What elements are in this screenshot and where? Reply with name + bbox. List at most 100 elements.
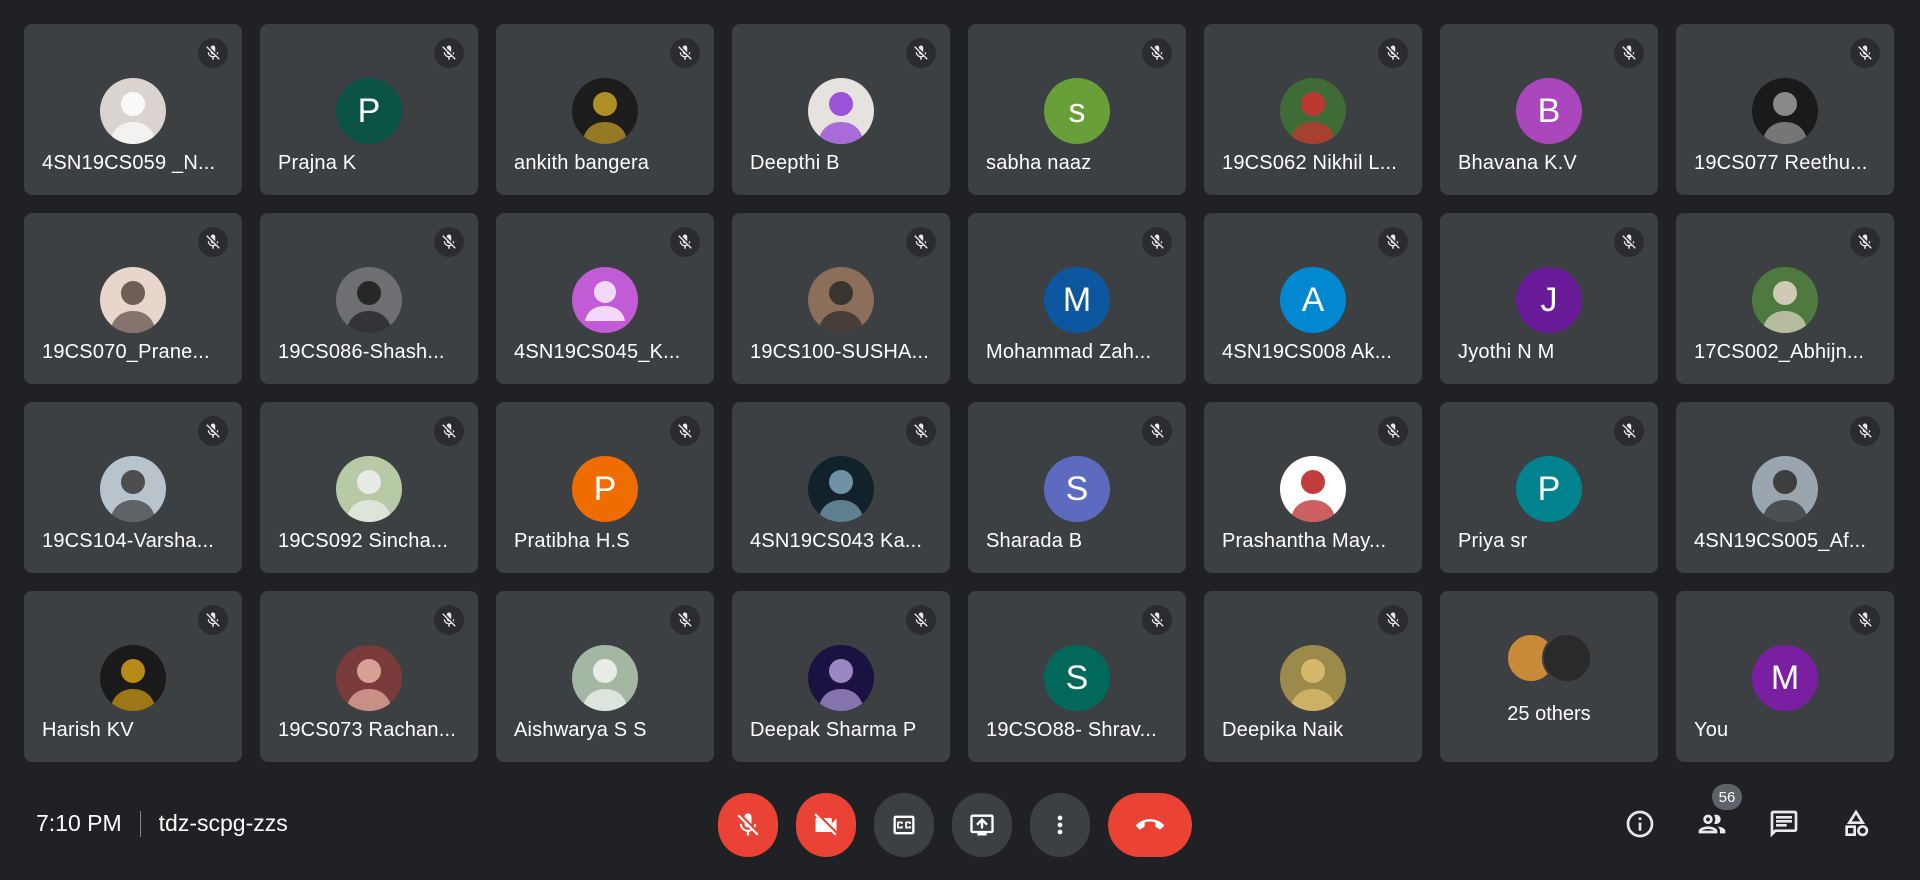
participant-tile[interactable]: Harish KV xyxy=(24,591,242,762)
camera-toggle-button[interactable] xyxy=(796,793,856,857)
camera-off-icon xyxy=(814,813,837,836)
participant-name: Aishwarya S S xyxy=(514,719,647,741)
participant-tile[interactable]: Deepika Naik xyxy=(1204,591,1422,762)
present-screen-icon xyxy=(970,814,994,836)
participant-tile[interactable]: B Bhavana K.V xyxy=(1440,24,1658,195)
participant-tile[interactable]: Prashantha May... xyxy=(1204,402,1422,573)
mic-off-icon xyxy=(906,605,936,635)
activities-shapes-icon xyxy=(1845,809,1869,837)
mic-off-icon xyxy=(1850,227,1880,257)
mic-off-icon xyxy=(434,416,464,446)
mic-off-icon xyxy=(1378,605,1408,635)
mic-off-icon xyxy=(198,605,228,635)
participant-name: Prajna K xyxy=(278,152,357,174)
profile-photo-avatar xyxy=(1280,456,1346,522)
more-vert-icon xyxy=(1057,815,1063,835)
participant-tile[interactable]: ankith bangera xyxy=(496,24,714,195)
participant-grid: 4SN19CS059 _N... P Prajna K ankith bange… xyxy=(24,24,1896,762)
profile-photo-avatar xyxy=(100,267,166,333)
participant-tile[interactable]: P Priya sr xyxy=(1440,402,1658,573)
participant-name: Deepika Naik xyxy=(1222,719,1344,741)
leave-call-button[interactable] xyxy=(1108,793,1192,857)
mic-off-icon xyxy=(1142,605,1172,635)
participant-tile[interactable]: Aishwarya S S xyxy=(496,591,714,762)
participant-tile[interactable]: 19CS070_Prane... xyxy=(24,213,242,384)
mic-off-icon xyxy=(1850,605,1880,635)
captions-button[interactable] xyxy=(874,793,934,857)
mic-off-icon xyxy=(434,38,464,68)
participant-name: 19CS073 Rachan... xyxy=(278,719,456,741)
mic-off-icon xyxy=(1142,38,1172,68)
mic-off-icon xyxy=(434,605,464,635)
participant-name: 17CS002_Abhijn... xyxy=(1694,341,1865,363)
profile-photo-avatar xyxy=(808,78,874,144)
meeting-details-button[interactable] xyxy=(1616,800,1664,848)
participant-name: Sharada B xyxy=(986,530,1083,552)
others-avatar xyxy=(1542,633,1592,683)
profile-photo-avatar xyxy=(1752,78,1818,144)
chat-button[interactable] xyxy=(1760,800,1808,848)
participant-tile[interactable]: A 4SN19CS008 Ak... xyxy=(1204,213,1422,384)
participant-name: 19CS062 Nikhil L... xyxy=(1222,152,1398,174)
participant-tile[interactable]: 4SN19CS045_K... xyxy=(496,213,714,384)
participant-name: Prashantha May... xyxy=(1222,530,1387,552)
mic-off-icon xyxy=(1850,416,1880,446)
participant-tile[interactable]: 19CS100-SUSHA... xyxy=(732,213,950,384)
self-tile[interactable]: M You xyxy=(1676,591,1894,762)
participant-tile[interactable]: 19CS062 Nikhil L... xyxy=(1204,24,1422,195)
participant-tile[interactable]: 4SN19CS005_Af... xyxy=(1676,402,1894,573)
participant-name: sabha naaz xyxy=(986,152,1092,174)
meeting-code[interactable]: tdz-scpg-zzs xyxy=(159,810,288,837)
participant-tile[interactable]: S Sharada B xyxy=(968,402,1186,573)
mic-off-icon xyxy=(198,416,228,446)
participant-tile[interactable]: 4SN19CS059 _N... xyxy=(24,24,242,195)
participant-tile[interactable]: P Prajna K xyxy=(260,24,478,195)
participant-name: 19CS077 Reethu... xyxy=(1694,152,1868,174)
others-avatar-stack xyxy=(1506,633,1592,683)
mic-off-icon xyxy=(737,813,759,836)
participant-tile[interactable]: Deepak Sharma P xyxy=(732,591,950,762)
profile-photo-avatar xyxy=(808,267,874,333)
participant-name: Harish KV xyxy=(42,719,134,741)
call-end-icon xyxy=(1136,819,1164,830)
participant-tile[interactable]: 4SN19CS043 Ka... xyxy=(732,402,950,573)
profile-photo-avatar xyxy=(572,645,638,711)
mic-off-icon xyxy=(1614,38,1644,68)
participant-avatar: P xyxy=(336,78,402,144)
participant-name: 4SN19CS043 Ka... xyxy=(750,530,923,552)
participant-tile[interactable]: 19CS073 Rachan... xyxy=(260,591,478,762)
participant-name: Pratibha H.S xyxy=(514,530,630,552)
participant-tile[interactable]: S 19CSO88- Shrav... xyxy=(968,591,1186,762)
people-count-badge: 56 xyxy=(1712,784,1742,810)
others-count-label: 25 others xyxy=(1507,703,1591,725)
mic-off-icon xyxy=(1378,38,1408,68)
mic-off-icon xyxy=(1142,416,1172,446)
participant-avatar: s xyxy=(1044,78,1110,144)
activities-button[interactable] xyxy=(1832,800,1880,848)
participant-tile[interactable]: 19CS077 Reethu... xyxy=(1676,24,1894,195)
people-icon xyxy=(1698,814,1726,834)
participant-name: 19CS104-Varsha... xyxy=(42,530,215,552)
participant-tile[interactable]: P Pratibha H.S xyxy=(496,402,714,573)
participant-tile[interactable]: s sabha naaz xyxy=(968,24,1186,195)
participant-tile[interactable]: Deepthi B xyxy=(732,24,950,195)
participant-tile[interactable]: 19CS086-Shash... xyxy=(260,213,478,384)
participant-name: Bhavana K.V xyxy=(1458,152,1577,174)
mic-off-icon xyxy=(906,227,936,257)
participant-tile[interactable]: 19CS092 Sincha... xyxy=(260,402,478,573)
participant-tile[interactable]: M Mohammad Zah... xyxy=(968,213,1186,384)
profile-photo-avatar xyxy=(100,645,166,711)
participant-avatar: M xyxy=(1044,267,1110,333)
mic-off-icon xyxy=(670,38,700,68)
people-button[interactable]: 56 xyxy=(1688,784,1742,848)
present-button[interactable] xyxy=(952,793,1012,857)
mic-toggle-button[interactable] xyxy=(718,793,778,857)
others-tile[interactable]: 25 others xyxy=(1440,591,1658,762)
participant-name: ankith bangera xyxy=(514,152,650,174)
participant-tile[interactable]: J Jyothi N M xyxy=(1440,213,1658,384)
participant-tile[interactable]: 19CS104-Varsha... xyxy=(24,402,242,573)
more-options-button[interactable] xyxy=(1030,793,1090,857)
participant-tile[interactable]: 17CS002_Abhijn... xyxy=(1676,213,1894,384)
meeting-info: 7:10 PM tdz-scpg-zzs xyxy=(36,810,288,837)
mic-off-icon xyxy=(198,38,228,68)
